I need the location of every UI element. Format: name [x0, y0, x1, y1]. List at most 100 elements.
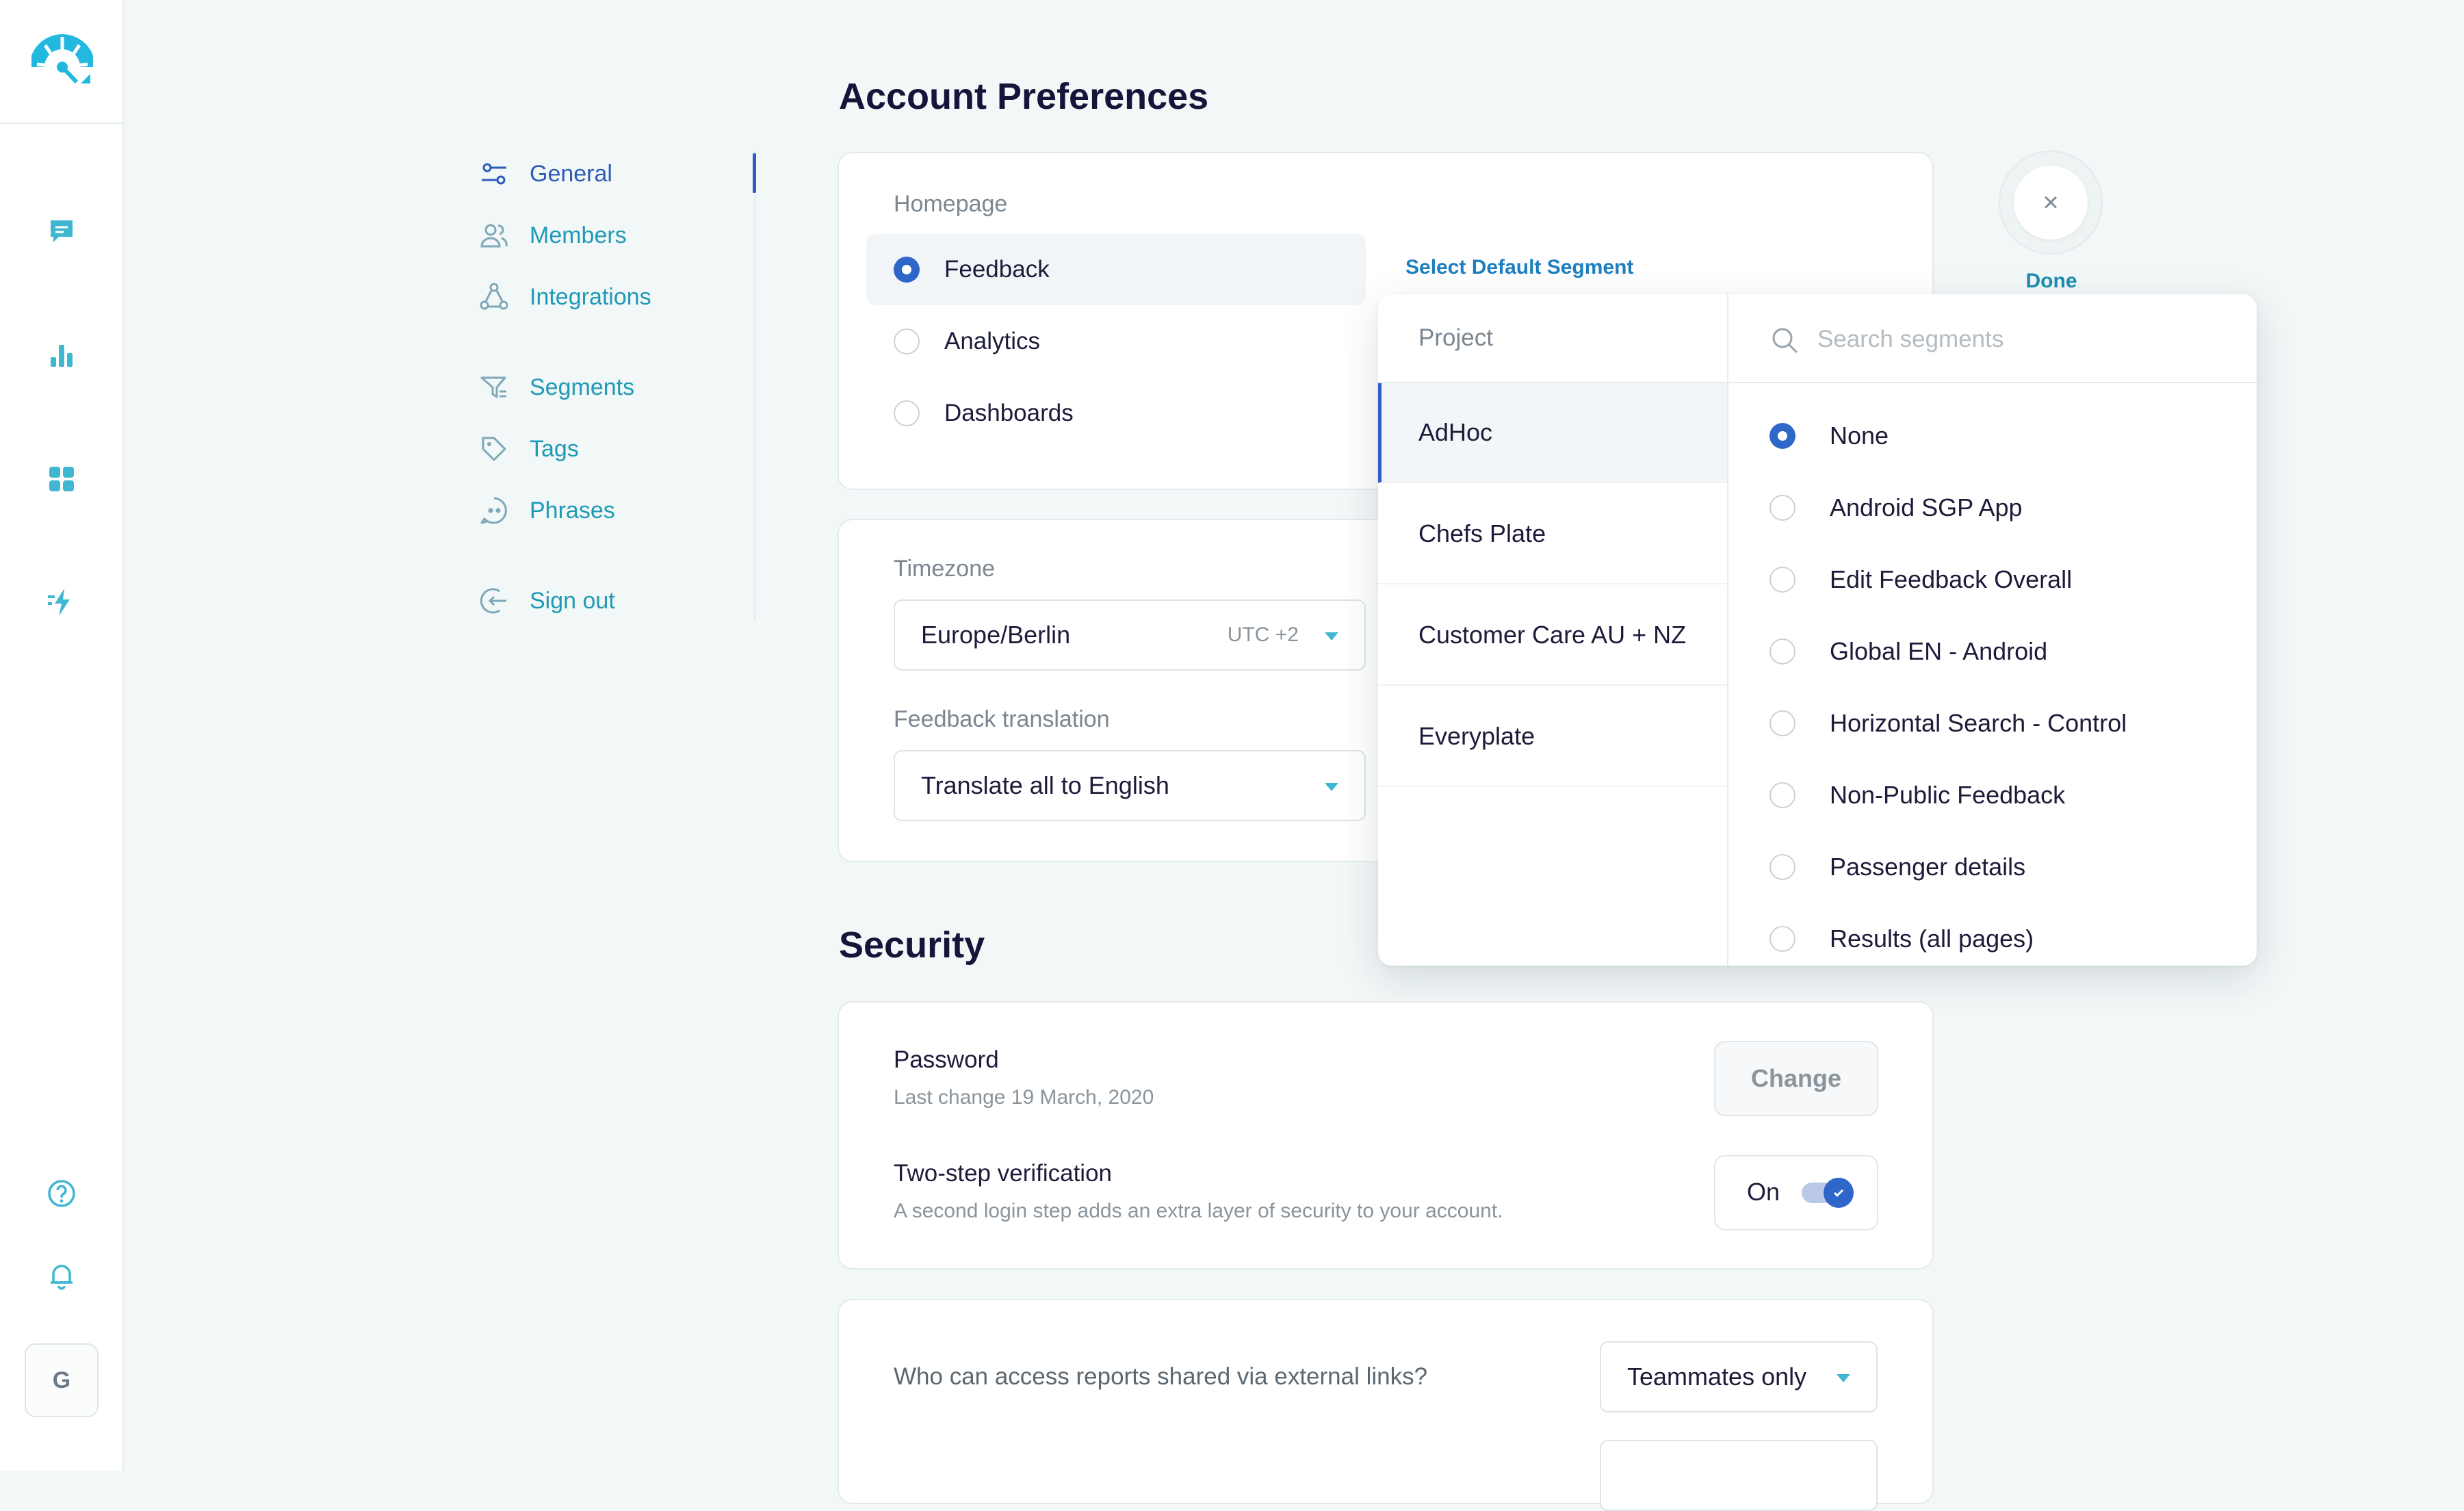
translation-label: Feedback translation — [894, 706, 1110, 732]
chevron-down-icon — [1325, 632, 1338, 641]
bar-chart-icon[interactable] — [45, 339, 78, 372]
radio-checked[interactable] — [894, 257, 920, 283]
project-item-adhoc[interactable]: AdHoc — [1378, 383, 1727, 483]
bell-icon[interactable] — [45, 1259, 78, 1292]
segment-label: Non-Public Feedback — [1830, 781, 2066, 809]
homepage-option-analytics[interactable]: Analytics — [894, 306, 1040, 377]
chevron-down-icon — [1325, 783, 1338, 791]
segment-option[interactable]: Global EN - Android — [1769, 616, 2047, 687]
nav-label: Sign out — [530, 587, 615, 614]
timezone-select[interactable]: Europe/Berlin UTC +2 — [894, 599, 1366, 671]
nav-item-general[interactable]: General — [479, 153, 612, 194]
quote-icon — [480, 497, 507, 524]
password-title: Password — [894, 1046, 999, 1073]
check-icon — [1833, 1189, 1844, 1198]
project-column-header: Project — [1418, 324, 1493, 351]
twostep-toggle[interactable] — [1714, 1155, 1878, 1230]
segment-option[interactable]: Passenger details — [1769, 831, 2025, 903]
segment-option[interactable]: Edit Feedback Overall — [1769, 544, 2072, 615]
radio[interactable] — [1769, 638, 1795, 664]
segment-label: Passenger details — [1830, 853, 2026, 881]
app-rail: G — [0, 0, 124, 1471]
nav-item-phrases[interactable]: Phrases — [479, 490, 615, 531]
radio[interactable] — [894, 400, 920, 426]
timezone-value: Europe/Berlin — [921, 621, 1071, 649]
radio[interactable] — [1769, 567, 1795, 593]
done-label[interactable]: Done — [1998, 270, 2105, 293]
toggle-knob[interactable] — [1824, 1178, 1854, 1208]
project-item-everyplate[interactable]: Everyplate — [1378, 687, 1727, 787]
avatar[interactable]: G — [25, 1343, 99, 1417]
sign-out-icon — [480, 588, 506, 614]
nav-item-segments[interactable]: Segments — [479, 367, 634, 408]
twostep-title: Two-step verification — [894, 1160, 1113, 1187]
project-item-chefs-plate[interactable]: Chefs Plate — [1378, 485, 1727, 584]
nav-label: Segments — [530, 374, 635, 400]
toggle-state-label: On — [1747, 1178, 1780, 1206]
segment-label: Edit Feedback Overall — [1830, 565, 2073, 593]
radio[interactable] — [1769, 710, 1795, 736]
users-icon — [480, 224, 508, 248]
project-label: Chefs Plate — [1418, 519, 1546, 547]
translation-value: Translate all to English — [921, 771, 1169, 799]
nav-label: Integrations — [530, 283, 651, 310]
radio[interactable] — [894, 328, 920, 354]
nav-label: Phrases — [530, 497, 615, 524]
nav-item-tags[interactable]: Tags — [479, 428, 579, 469]
filter-icon — [480, 376, 506, 398]
settings-nav-divider — [754, 151, 755, 620]
nav-item-integrations[interactable]: Integrations — [479, 276, 651, 318]
page-title: Account Preferences — [839, 76, 1209, 117]
nav-item-sign-out[interactable]: Sign out — [479, 580, 615, 621]
help-icon[interactable] — [45, 1177, 78, 1210]
project-item-customer-care[interactable]: Customer Care AU + NZ — [1378, 586, 1727, 686]
segment-option[interactable]: Android SGP App — [1769, 472, 2023, 543]
nav-label: General — [530, 160, 612, 187]
radio[interactable] — [1769, 926, 1795, 952]
segment-label: Android SGP App — [1830, 493, 2023, 521]
radio[interactable] — [1769, 854, 1795, 880]
integrations-icon — [480, 283, 508, 310]
external-access-select[interactable]: Teammates only — [1600, 1341, 1878, 1412]
password-subtitle: Last change 19 March, 2020 — [894, 1086, 1154, 1109]
timezone-offset: UTC +2 — [1227, 623, 1299, 646]
dashboard-grid-icon[interactable] — [45, 463, 78, 495]
option-label: Analytics — [944, 328, 1041, 354]
change-password-button[interactable]: Change — [1714, 1041, 1878, 1116]
logo[interactable] — [0, 0, 124, 124]
project-label: Everyplate — [1418, 722, 1535, 750]
segment-picker-dropdown: Project AdHoc Chefs Plate Customer Care … — [1378, 294, 2257, 966]
second-access-select[interactable] — [1600, 1440, 1878, 1511]
segment-label: Horizontal Search - Control — [1830, 709, 2127, 737]
segment-option[interactable]: Results (all pages) — [1769, 903, 2034, 966]
settings-nav-active-indicator — [753, 153, 756, 193]
option-label: Dashboards — [944, 400, 1074, 426]
automation-bolt-icon[interactable] — [45, 586, 78, 619]
nav-label: Members — [530, 222, 627, 248]
panel-divider — [1727, 294, 1728, 966]
translation-select[interactable]: Translate all to English — [894, 750, 1366, 821]
external-links-question: Who can access reports shared via extern… — [894, 1363, 1428, 1390]
radio[interactable] — [1769, 782, 1795, 808]
sharing-card: Who can access reports shared via extern… — [838, 1299, 1934, 1511]
project-label: Customer Care AU + NZ — [1418, 621, 1687, 649]
logo-icon — [31, 34, 93, 84]
select-default-segment-link[interactable]: Select Default Segment — [1405, 256, 1633, 279]
homepage-option-feedback[interactable]: Feedback — [894, 234, 1050, 305]
segment-option-none[interactable]: None — [1769, 400, 1889, 472]
search-input[interactable] — [1816, 318, 2199, 361]
radio[interactable] — [1769, 495, 1795, 521]
segment-label: None — [1830, 422, 1889, 450]
option-label: Feedback — [944, 256, 1050, 283]
radio-checked[interactable] — [1769, 423, 1795, 449]
external-access-value: Teammates only — [1627, 1363, 1807, 1391]
nav-item-members[interactable]: Members — [479, 215, 627, 256]
done-button[interactable]: × — [2014, 166, 2088, 240]
feedback-chat-icon[interactable] — [45, 215, 78, 248]
search-icon — [1772, 328, 1798, 354]
segment-label: Global EN - Android — [1830, 637, 2048, 665]
chevron-down-icon — [1837, 1374, 1850, 1382]
segment-option[interactable]: Non-Public Feedback — [1769, 760, 2065, 831]
segment-option[interactable]: Horizontal Search - Control — [1769, 688, 2127, 759]
homepage-option-dashboards[interactable]: Dashboards — [894, 378, 1074, 449]
